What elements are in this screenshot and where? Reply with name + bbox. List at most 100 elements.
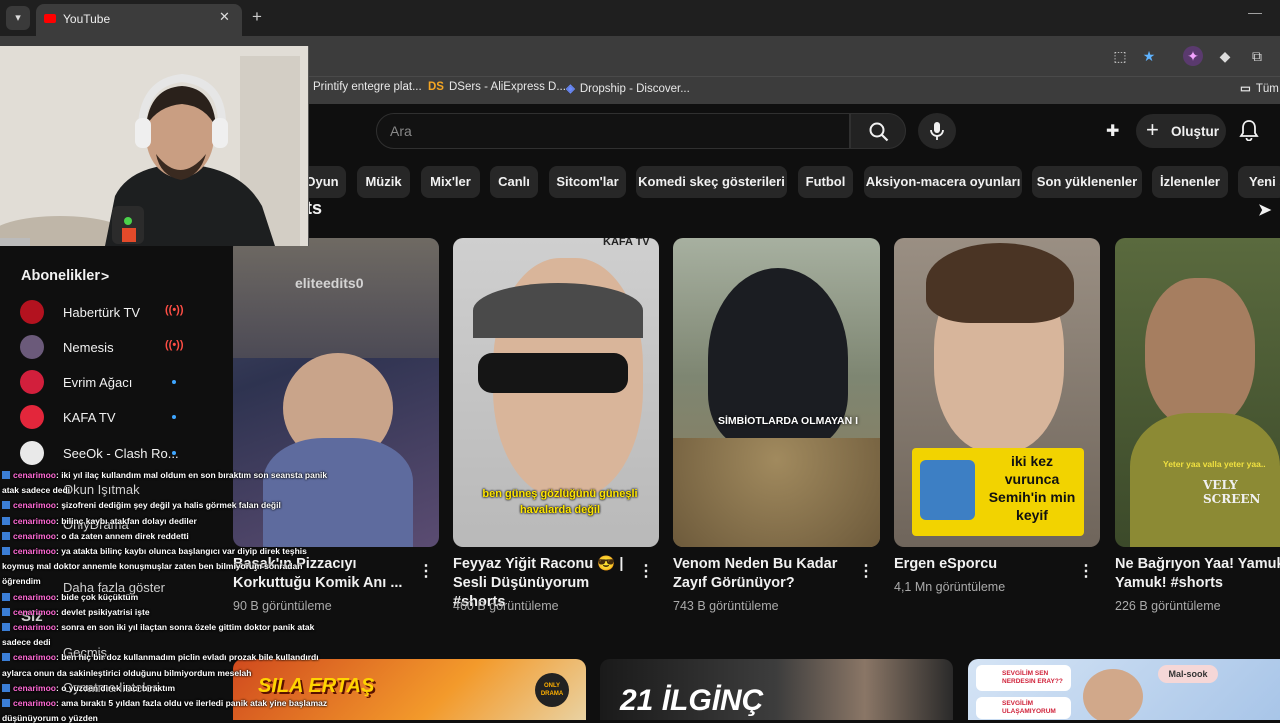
chat-username: cenarimoo bbox=[13, 500, 56, 511]
chip-son-yuklenenler[interactable]: Son yüklenenler bbox=[1032, 166, 1142, 198]
sidebar-item-kafa-tv[interactable]: KAFA TV bbox=[20, 405, 230, 435]
create-label: Oluştur bbox=[1171, 124, 1220, 139]
window-minimize-button[interactable]: — bbox=[1248, 4, 1262, 20]
video-title[interactable]: Venom Neden Bu Kadar Zayıf Görünüyor? bbox=[673, 555, 853, 593]
chat-platform-icon bbox=[2, 653, 10, 662]
thumbnail-badge: Mal-sook bbox=[1158, 665, 1218, 683]
shorts-more-icon[interactable]: ➤ bbox=[1258, 200, 1271, 220]
create-button[interactable]: + Oluştur bbox=[1136, 114, 1226, 148]
chat-platform-icon bbox=[2, 592, 10, 601]
video-views: 743 B görüntüleme bbox=[673, 599, 779, 613]
video-title[interactable]: Ergen eSporcu bbox=[894, 555, 1074, 574]
video-more-icon[interactable]: ⋮ bbox=[638, 561, 654, 581]
install-app-icon[interactable]: ⬚ bbox=[1110, 46, 1130, 66]
chip-yeni[interactable]: Yeni s bbox=[1238, 166, 1280, 198]
chat-text: düşünüyorum o yüzden bbox=[2, 713, 98, 723]
video-more-icon[interactable]: ⋮ bbox=[418, 561, 434, 581]
bookmark-folder-all[interactable]: ▭ Tüm bbox=[1240, 81, 1279, 95]
chat-message: düşünüyorum o yüzden bbox=[2, 713, 98, 723]
video-views: 4,1 Mn görüntüleme bbox=[894, 580, 1006, 594]
search-button[interactable] bbox=[850, 113, 906, 149]
subscriptions-title[interactable]: Abonelikler bbox=[21, 268, 100, 284]
sidebar-item-haberturk-tv[interactable]: Habertürk TV ((•)) bbox=[20, 300, 230, 330]
video-title[interactable]: Ne Bağrıyon Yaa! YamuksaYamuk! #shorts bbox=[1115, 555, 1280, 593]
notifications-bell-icon[interactable] bbox=[1239, 119, 1259, 146]
chevron-right-icon[interactable]: > bbox=[101, 268, 109, 284]
video-views: 460 B görüntüleme bbox=[453, 599, 559, 613]
chip-futbol[interactable]: Futbol bbox=[798, 166, 853, 198]
tab-close-icon[interactable]: ✕ bbox=[219, 9, 230, 25]
chat-username: cenarimoo bbox=[13, 622, 56, 632]
thumbnail-badge: VELY SCREEN bbox=[1203, 478, 1261, 506]
chat-message: aylarca onun da sakinleştirici olduğunu … bbox=[2, 668, 251, 678]
stream-chat-overlay: cenarimoo: iki yıl ilaç kullandım mal ol… bbox=[0, 466, 340, 723]
thumbnail-caption: 21 İLGİNÇ bbox=[620, 684, 764, 717]
new-content-dot-icon bbox=[172, 451, 176, 455]
browser-tab-youtube[interactable]: YouTube ✕ bbox=[36, 4, 242, 36]
sidebar-item-evrim-agaci[interactable]: Evrim Ağacı bbox=[20, 370, 230, 400]
new-content-dot-icon bbox=[172, 380, 176, 384]
video-thumbnail[interactable]: SEVGİLİM SEN NERDESIN ERAY?? SEVGİLİM UL… bbox=[968, 659, 1280, 720]
new-content-dot-icon bbox=[172, 415, 176, 419]
chat-text: sadece dedi bbox=[2, 637, 51, 648]
tab-search-menu-icon[interactable]: ▾ bbox=[6, 6, 30, 30]
video-thumbnail[interactable]: Yeter yaa valla yeter yaa.. VELY SCREEN bbox=[1115, 238, 1280, 547]
bookmark-star-icon[interactable]: ★ bbox=[1139, 46, 1159, 66]
chip-muzik[interactable]: Müzik bbox=[357, 166, 410, 198]
chat-message: cenarimoo: iki yıl ilaç kullandım mal ol… bbox=[2, 470, 327, 480]
thumbnail-card: iki kez vurunca Semih'in min keyif bbox=[912, 448, 1084, 536]
chat-text: : devlet psikiyatrisi işte bbox=[56, 606, 150, 617]
new-tab-button[interactable]: + bbox=[252, 7, 262, 27]
chat-platform-icon bbox=[2, 516, 10, 525]
voice-search-button[interactable] bbox=[918, 113, 956, 149]
chat-message: cenarimoo: ya atakta bilinç kaybı olunca… bbox=[2, 546, 307, 556]
chat-text: : ben hiç bir doz kullanmadım piclin evl… bbox=[56, 652, 319, 663]
only-drama-badge: ONLY DRAMA bbox=[535, 673, 569, 707]
chat-platform-icon bbox=[2, 607, 10, 616]
extensions-puzzle-icon[interactable]: ⧉ bbox=[1247, 46, 1267, 66]
chat-text: : bilinç kaybı atakfan dolayı dediler bbox=[56, 515, 197, 526]
chat-text: atak sadece dedi bbox=[2, 485, 71, 496]
search-box[interactable] bbox=[376, 113, 850, 149]
chip-canli[interactable]: Canlı bbox=[490, 166, 538, 198]
video-thumbnail[interactable]: 21 İLGİNÇ bbox=[600, 659, 953, 720]
chip-mixler[interactable]: Mix'ler bbox=[421, 166, 480, 198]
chat-message: cenarimoo: şizofreni dediğim şey değil y… bbox=[2, 500, 281, 510]
chat-username: cenarimoo bbox=[13, 606, 56, 617]
chat-username: cenarimoo bbox=[13, 546, 56, 556]
chat-message: cenarimoo: devlet psikiyatrisi işte bbox=[2, 607, 150, 617]
chat-platform-icon bbox=[2, 547, 10, 555]
chat-message: cenarimoo: bilinç kaybı atakfan dolayı d… bbox=[2, 516, 197, 526]
chat-username: cenarimoo bbox=[13, 682, 56, 693]
video-more-icon[interactable]: ⋮ bbox=[1078, 561, 1094, 581]
video-more-icon[interactable]: ⋮ bbox=[858, 561, 874, 581]
video-thumbnail[interactable]: iki kez vurunca Semih'in min keyif bbox=[894, 238, 1100, 547]
chat-platform-icon bbox=[2, 699, 10, 707]
kafa-tv-badge: KAFA TV bbox=[603, 238, 650, 248]
chat-message: sadece dedi bbox=[2, 637, 51, 647]
chip-aksiyon-macera[interactable]: Aksiyon-macera oyunları bbox=[864, 166, 1022, 198]
video-views: 226 B görüntüleme bbox=[1115, 599, 1221, 613]
chip-izlenenler[interactable]: İzlenenler bbox=[1152, 166, 1228, 198]
thumbnail-watermark: eliteedits0 bbox=[295, 275, 364, 291]
extension-purple-icon[interactable]: ✦ bbox=[1183, 46, 1203, 66]
folder-icon: ▭ bbox=[1240, 83, 1251, 95]
webcam-overlay bbox=[0, 46, 309, 246]
chip-komedi[interactable]: Komedi skeç gösterileri bbox=[636, 166, 787, 198]
dropship-icon: ◈ bbox=[566, 83, 575, 95]
thumbnail-caption: Yeter yaa valla yeter yaa.. bbox=[1163, 459, 1266, 469]
video-thumbnail[interactable]: SİMBİOTLARDA OLMAYAN I bbox=[673, 238, 880, 547]
chat-text: : o yüzden direk ilacı bıraktım bbox=[56, 682, 176, 693]
extension-diamond-icon[interactable]: ◆ bbox=[1215, 46, 1235, 66]
bookmark-dsers[interactable]: DS DSers - AliExpress D... bbox=[428, 81, 566, 93]
chat-username: cenarimoo bbox=[13, 530, 56, 541]
channel-name: SeeOk - Clash Ro... bbox=[63, 446, 179, 461]
bookmark-printify[interactable]: Printify entegre plat... bbox=[313, 81, 422, 93]
chat-message: koymuş mal doktor annemle konuşmuşlar za… bbox=[2, 561, 302, 571]
search-input[interactable]: Ara bbox=[390, 123, 412, 139]
sidebar-item-nemesis[interactable]: Nemesis ((•)) bbox=[20, 335, 230, 365]
bookmark-dropship[interactable]: ◈ Dropship - Discover... bbox=[566, 81, 690, 95]
video-thumbnail[interactable]: KAFA TV ben güneş gözlüğünü güneşli hava… bbox=[453, 238, 659, 547]
chip-sitcomlar[interactable]: Sitcom'lar bbox=[549, 166, 626, 198]
ai-sparkle-icon[interactable]: ✚ bbox=[1106, 121, 1119, 141]
